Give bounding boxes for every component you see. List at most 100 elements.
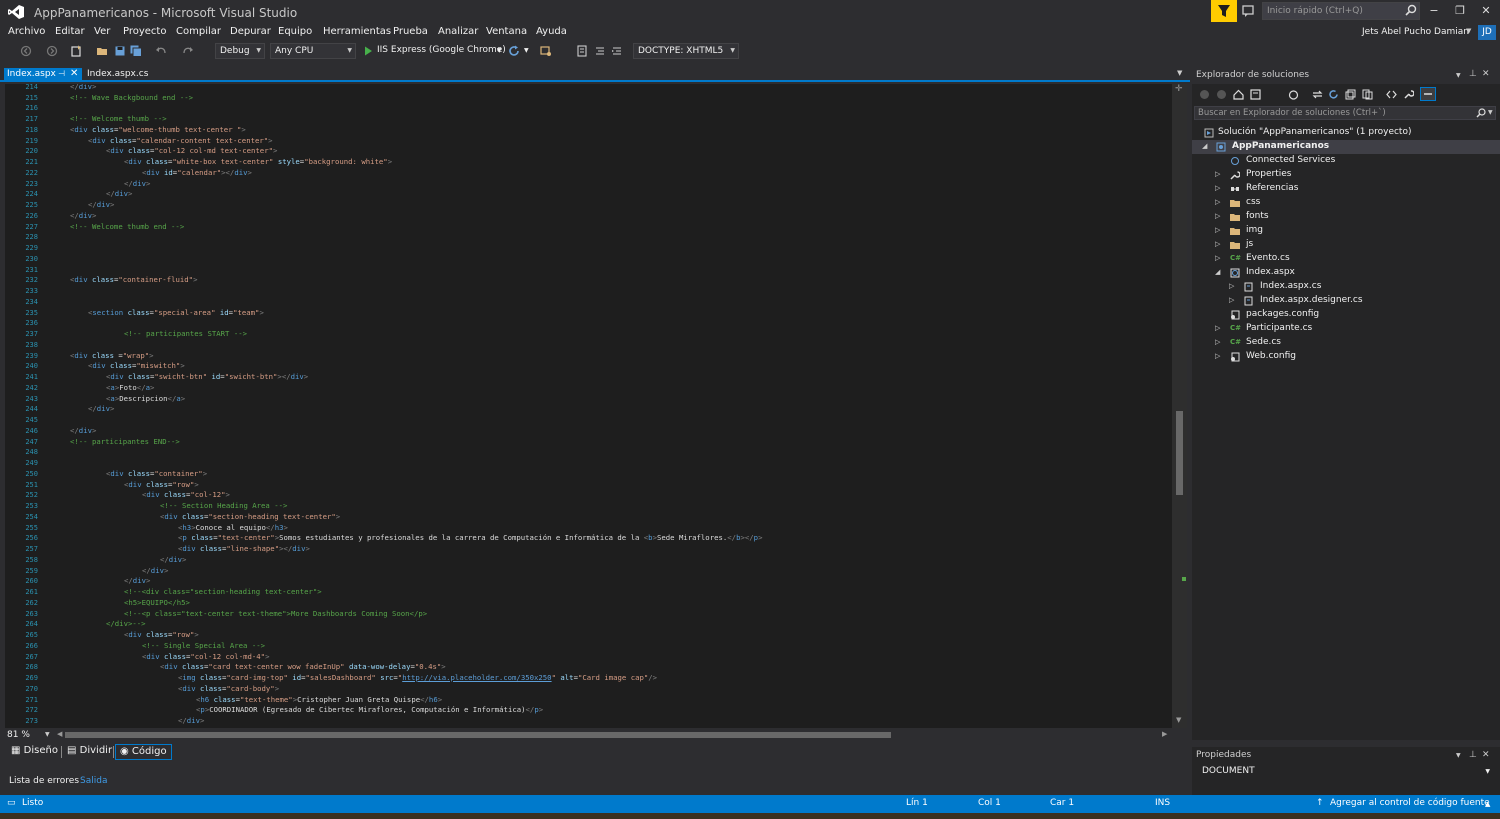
menu-ayuda[interactable]: Ayuda — [536, 26, 567, 37]
quick-launch-input[interactable]: Inicio rápido (Ctrl+Q) — [1262, 2, 1420, 20]
split-icon[interactable]: ✛ — [1175, 84, 1183, 94]
chevron-down-icon[interactable]: ▼ — [45, 731, 50, 738]
properties-object-select[interactable]: DOCUMENT ▼ — [1196, 765, 1496, 779]
doctype-select[interactable]: DOCTYPE: XHTML5 ▼ — [633, 43, 739, 59]
horizontal-scroll-thumb[interactable] — [65, 732, 891, 738]
pin-icon[interactable]: ⊥ — [1469, 69, 1477, 79]
tree-item-evento-cs[interactable]: ▷ C# Evento.cs — [1192, 252, 1500, 266]
close-button[interactable]: ✕ — [1474, 2, 1498, 20]
code-content[interactable]: </div> <!-- Wave Backgbound end --> <!-- W… — [70, 84, 1170, 728]
forward-icon[interactable] — [1216, 89, 1227, 100]
collapse-arrow-icon[interactable]: ▷ — [1215, 254, 1220, 262]
tree-item-project[interactable]: ◢ AppPanamericanos — [1192, 140, 1500, 154]
outdent-icon[interactable] — [611, 45, 623, 57]
format-icon[interactable] — [594, 45, 606, 57]
chevron-down-icon[interactable]: ▼ — [1466, 27, 1471, 35]
comment-icon[interactable] — [576, 45, 588, 57]
expand-icon[interactable]: ◢ — [1215, 268, 1220, 276]
tab-output[interactable]: Salida — [80, 776, 107, 786]
search-icon[interactable] — [1405, 4, 1417, 16]
tree-item-solution[interactable]: Solución "AppPanamericanos" (1 proyecto) — [1192, 126, 1500, 140]
menu-ventana[interactable]: Ventana — [486, 26, 527, 37]
menu-analizar[interactable]: Analizar — [438, 26, 478, 37]
code-editor[interactable]: 214 215 216 217 218 219 220 221 222 223 … — [5, 84, 1172, 728]
back-icon[interactable] — [1199, 89, 1210, 100]
close-icon[interactable]: ✕ — [70, 68, 78, 79]
platform-select[interactable]: Any CPU ▼ — [270, 43, 356, 59]
save-icon[interactable] — [114, 45, 126, 57]
filter-notification-icon[interactable] — [1211, 0, 1237, 22]
tree-item-packages-config[interactable]: packages.config — [1192, 308, 1500, 322]
user-name[interactable]: Jets Abel Pucho Damian — [1362, 27, 1469, 37]
collapse-arrow-icon[interactable]: ▷ — [1215, 352, 1220, 360]
tree-item-properties[interactable]: ▷ Properties — [1192, 168, 1500, 182]
minimize-button[interactable]: − — [1422, 2, 1446, 20]
tree-item-img[interactable]: ▷ img — [1192, 224, 1500, 238]
configuration-select[interactable]: Debug ▼ — [215, 43, 265, 59]
home-icon[interactable] — [1233, 89, 1244, 100]
show-all-files-icon[interactable] — [1362, 89, 1373, 100]
redo-icon[interactable] — [182, 45, 194, 57]
collapse-arrow-icon[interactable]: ▷ — [1215, 338, 1220, 346]
collapse-arrow-icon[interactable]: ▷ — [1215, 198, 1220, 206]
save-all-icon[interactable] — [130, 45, 142, 57]
switch-views-icon[interactable] — [1250, 89, 1261, 100]
menu-depurar[interactable]: Depurar — [230, 26, 271, 37]
search-icon[interactable] — [1476, 108, 1486, 118]
arrow-up-icon[interactable]: ↑ — [1316, 798, 1324, 808]
restore-button[interactable]: ❐ — [1448, 2, 1472, 20]
zoom-level[interactable]: 81 % — [7, 730, 30, 740]
scroll-thumb[interactable] — [1176, 411, 1183, 495]
refresh-icon[interactable] — [508, 45, 520, 57]
chevron-up-icon[interactable]: ▲ — [1485, 800, 1490, 808]
open-file-icon[interactable] — [96, 45, 108, 57]
collapse-arrow-icon[interactable]: ▷ — [1215, 226, 1220, 234]
collapse-arrow-icon[interactable]: ▷ — [1215, 212, 1220, 220]
menu-compilar[interactable]: Compilar — [176, 26, 221, 37]
back-icon[interactable] — [20, 45, 32, 57]
chevron-down-icon[interactable]: ▼ — [1456, 752, 1461, 759]
collapse-arrow-icon[interactable]: ▷ — [1229, 296, 1234, 304]
tree-item-index-aspx[interactable]: ◢ Index.aspx — [1192, 266, 1500, 280]
tab-design[interactable]: ▦ Diseño — [7, 744, 62, 760]
chevron-down-icon[interactable]: ▼ — [497, 47, 502, 54]
close-icon[interactable]: ✕ — [1482, 750, 1490, 760]
scroll-right-icon[interactable]: ▶ — [1162, 730, 1167, 738]
scroll-left-icon[interactable]: ◀ — [57, 730, 62, 738]
avatar[interactable]: JD — [1478, 25, 1496, 40]
scroll-down-icon[interactable]: ▼ — [1176, 716, 1181, 724]
tree-item-index-aspx-designer-cs[interactable]: ▷ Index.aspx.designer.cs — [1192, 294, 1500, 308]
forward-icon[interactable] — [46, 45, 58, 57]
menu-prueba[interactable]: Prueba — [393, 26, 428, 37]
chevron-down-icon[interactable]: ▼ — [1488, 109, 1493, 116]
run-target-button[interactable]: IIS Express (Google Chrome) — [377, 45, 506, 55]
new-project-icon[interactable] — [70, 45, 82, 57]
collapse-arrow-icon[interactable]: ▷ — [1215, 184, 1220, 192]
close-icon[interactable]: ✕ — [1482, 69, 1490, 79]
collapse-arrow-icon[interactable]: ▷ — [1215, 240, 1220, 248]
tree-item-js[interactable]: ▷ js — [1192, 238, 1500, 252]
play-icon[interactable] — [362, 45, 374, 57]
menu-proyecto[interactable]: Proyecto — [123, 26, 166, 37]
tree-item-fonts[interactable]: ▷ fonts — [1192, 210, 1500, 224]
collapse-all-icon[interactable] — [1345, 89, 1356, 100]
browser-link-icon[interactable] — [540, 45, 552, 57]
expand-icon[interactable]: ◢ — [1202, 142, 1207, 150]
collapse-arrow-icon[interactable]: ▷ — [1229, 282, 1234, 290]
tab-index-aspx[interactable]: Index.aspx ⊣ ✕ — [4, 68, 82, 82]
wrench-icon[interactable] — [1403, 89, 1414, 100]
collapse-arrow-icon[interactable]: ▷ — [1215, 170, 1220, 178]
chevron-down-icon[interactable]: ▼ — [524, 47, 529, 54]
preview-selected-items-button[interactable] — [1420, 87, 1436, 101]
tree-item-index-aspx-cs[interactable]: ▷ Index.aspx.cs — [1192, 280, 1500, 294]
menu-archivo[interactable]: Archivo — [8, 26, 45, 37]
tab-error-list[interactable]: Lista de errores — [9, 776, 79, 786]
view-code-icon[interactable] — [1386, 89, 1397, 100]
tab-code[interactable]: ◉ Código — [115, 744, 172, 760]
menu-herramientas[interactable]: Herramientas — [323, 26, 391, 37]
menu-editar[interactable]: Editar — [55, 26, 85, 37]
tree-item-css[interactable]: ▷ css — [1192, 196, 1500, 210]
vertical-scrollbar[interactable]: ✛ ▼ — [1172, 84, 1187, 728]
sync-icon[interactable] — [1312, 89, 1323, 100]
pending-changes-icon[interactable] — [1288, 89, 1299, 100]
